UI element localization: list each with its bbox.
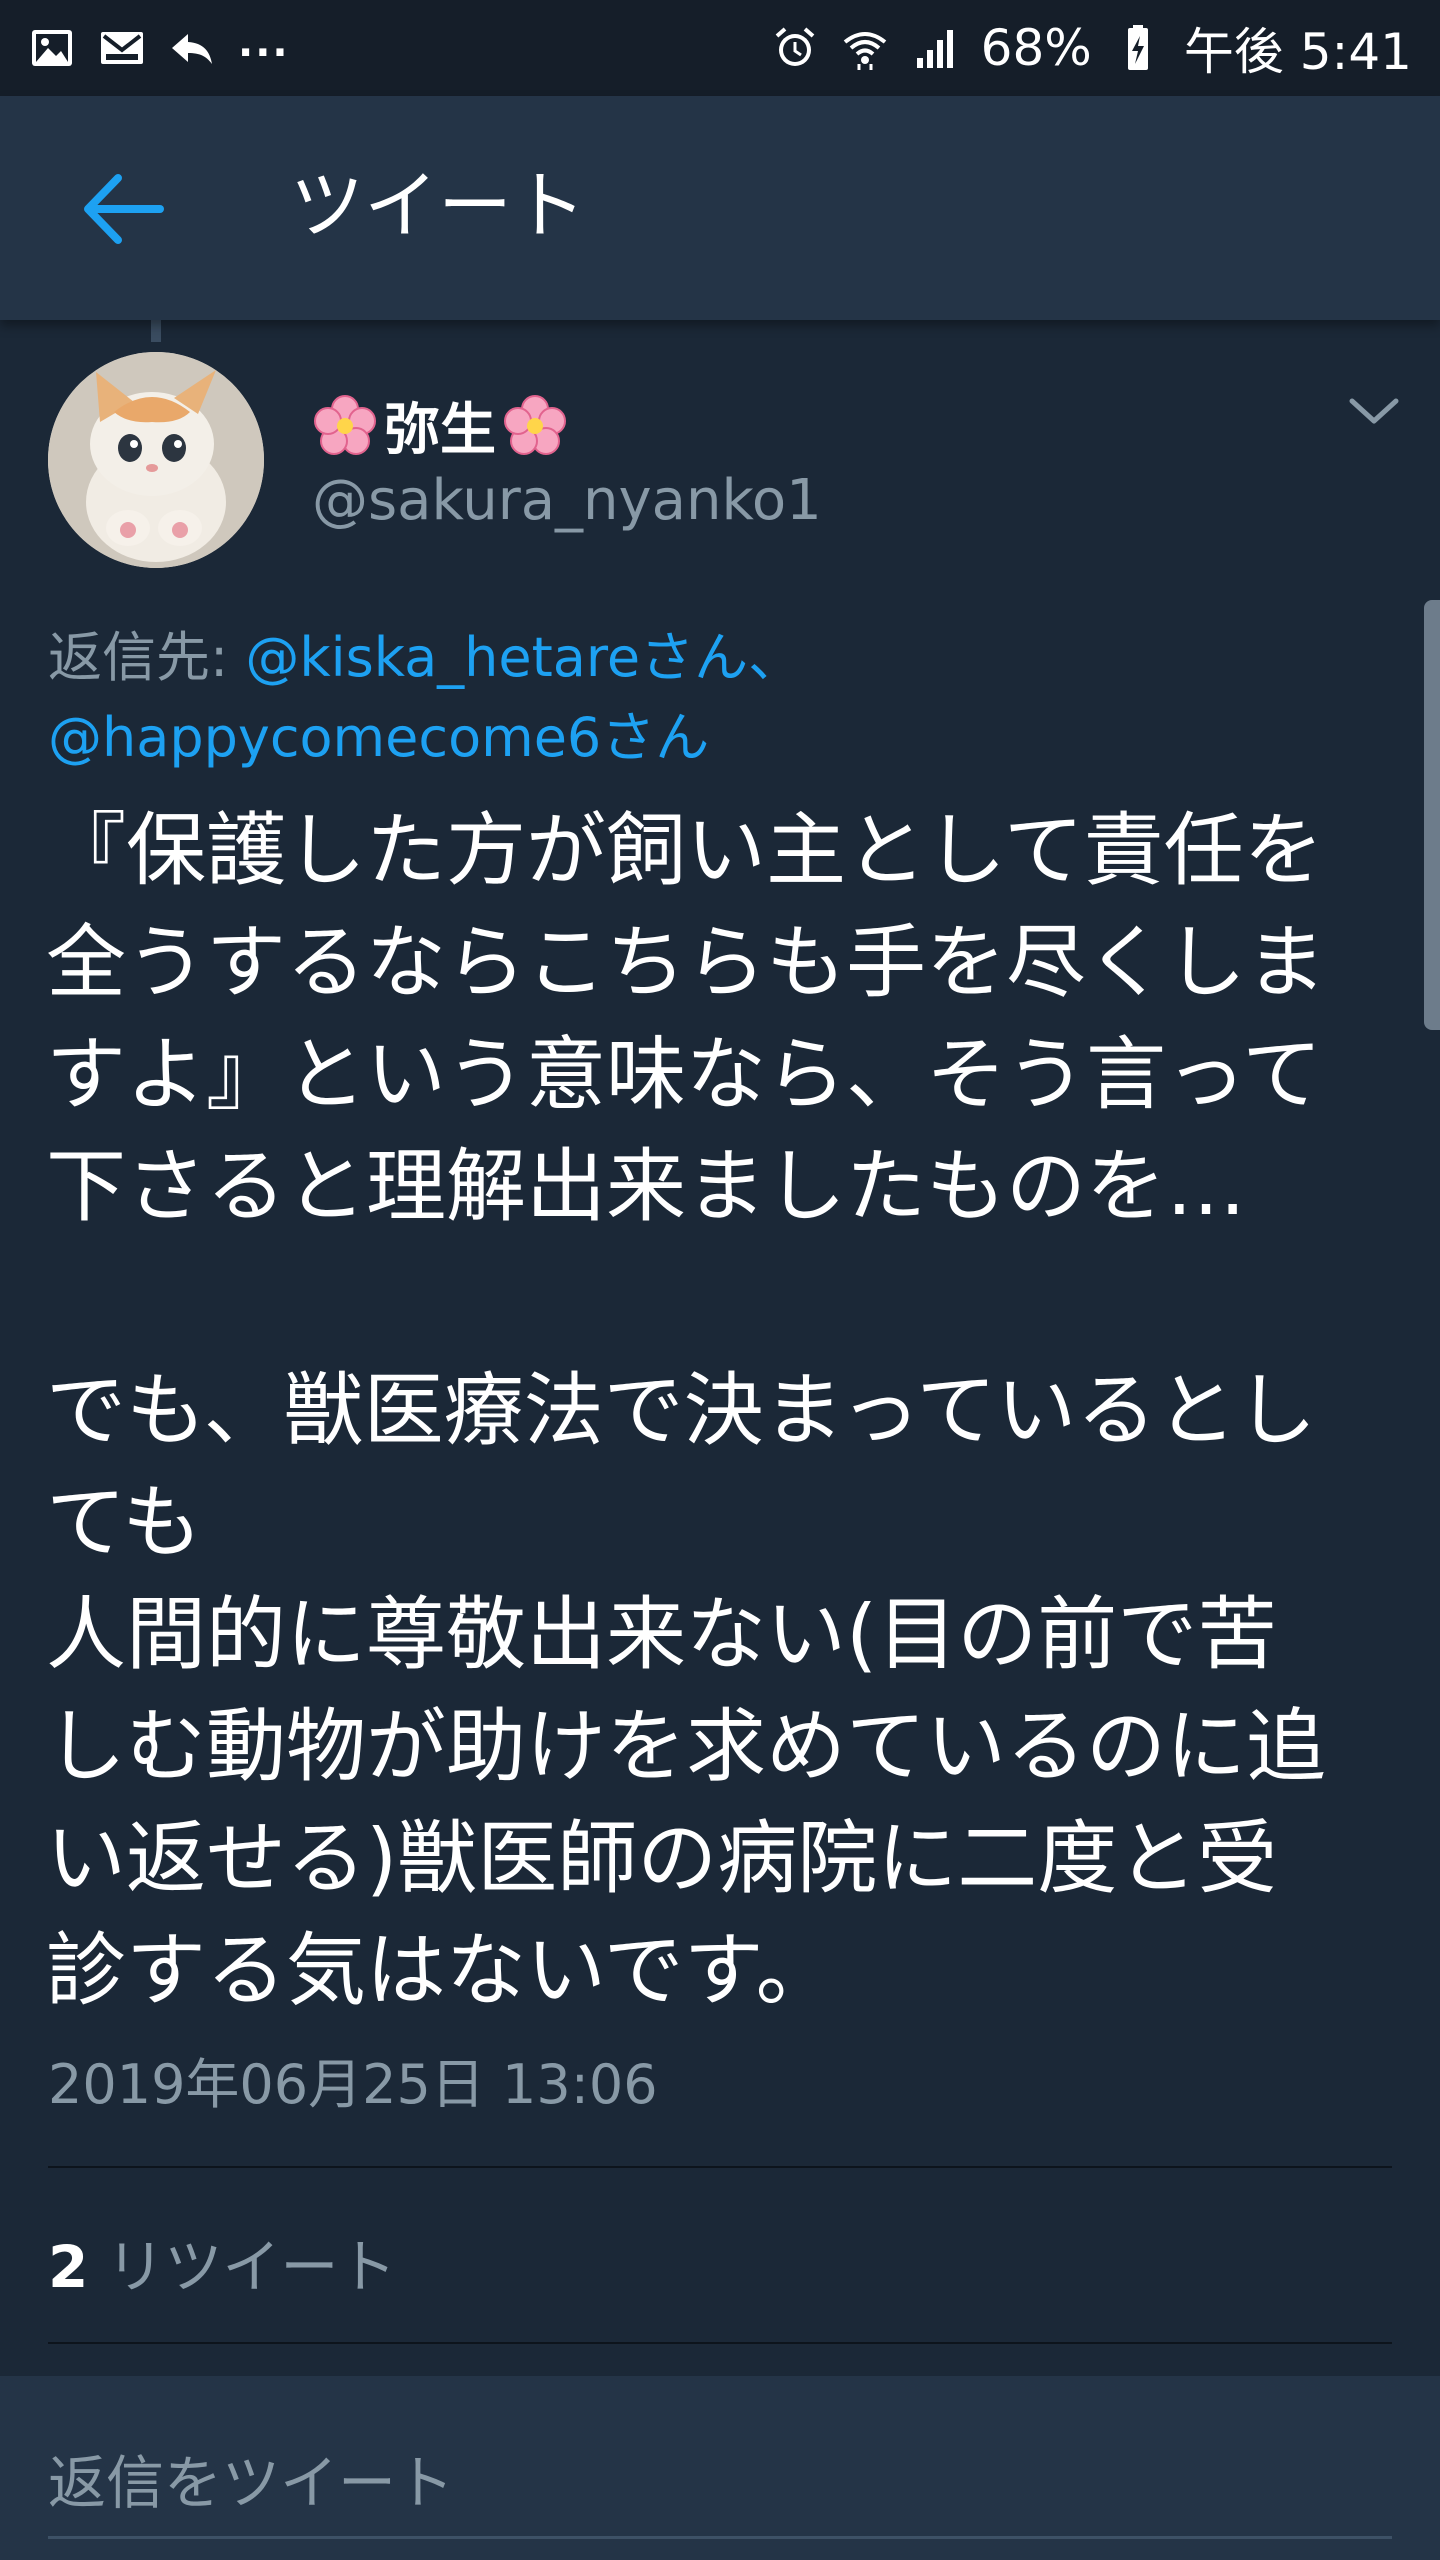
cherry-blossom-icon: [312, 393, 378, 459]
battery-percentage: 68%: [980, 19, 1092, 77]
mail-icon: [98, 24, 146, 72]
kitten-avatar-image: [48, 352, 264, 568]
cherry-blossom-icon: [502, 393, 568, 459]
retweet-label: リツイート: [106, 2233, 397, 2301]
tweet-text: 『保護した方が飼い主として責任を 全うするならこちらも手を尽くしま すよ』という…: [46, 804, 1326, 2017]
scrollbar-thumb[interactable]: [1424, 600, 1440, 1030]
reply-input[interactable]: 返信をツイート: [48, 2436, 1348, 2520]
status-bar: ... 68% 午後 5:41: [0, 0, 1440, 96]
page-title: ツイート: [290, 163, 586, 249]
reply-to-label: 返信先:: [48, 626, 246, 689]
avatar[interactable]: [48, 352, 264, 568]
retweet-count: 2: [48, 2233, 89, 2301]
status-bar-right: 68% 午後 5:41: [771, 12, 1412, 84]
reply-mention-link[interactable]: @happycomecome6さん: [48, 706, 709, 769]
reply-input-underline: [48, 2536, 1392, 2539]
display-name[interactable]: 弥生: [312, 385, 568, 466]
wifi-icon: [841, 24, 889, 72]
more-notifications-indicator: ...: [238, 20, 290, 66]
tweet-timestamp: 2019年06月25日 13:06: [48, 2053, 658, 2116]
thread-connector: [151, 320, 161, 342]
reply-to-line: 返信先: @kiska_hetareさん、 @happycomecome6さん: [48, 618, 1388, 778]
battery-charging-icon: [1114, 24, 1162, 72]
reply-mention-link[interactable]: @kiska_hetareさん、: [245, 626, 802, 689]
arrow-left-icon: [84, 174, 164, 244]
signal-icon: [911, 24, 959, 72]
image-icon: [28, 24, 76, 72]
back-button[interactable]: [68, 164, 178, 254]
alarm-icon: [771, 24, 819, 72]
chevron-down-icon: [1349, 398, 1399, 424]
user-handle[interactable]: @sakura_nyanko1: [312, 468, 822, 533]
tweet-options-button[interactable]: [1344, 386, 1404, 436]
retweet-stats[interactable]: 2 リツイート: [48, 2220, 396, 2304]
reply-icon: [168, 24, 216, 72]
display-name-text: 弥生: [384, 398, 496, 463]
reply-bar: 返信をツイート: [0, 2376, 1440, 2560]
clock: 午後 5:41: [1183, 23, 1412, 81]
app-bar: ツイート: [0, 96, 1440, 320]
status-bar-left: ...: [28, 20, 290, 72]
divider: [48, 2342, 1392, 2344]
divider: [48, 2166, 1392, 2168]
